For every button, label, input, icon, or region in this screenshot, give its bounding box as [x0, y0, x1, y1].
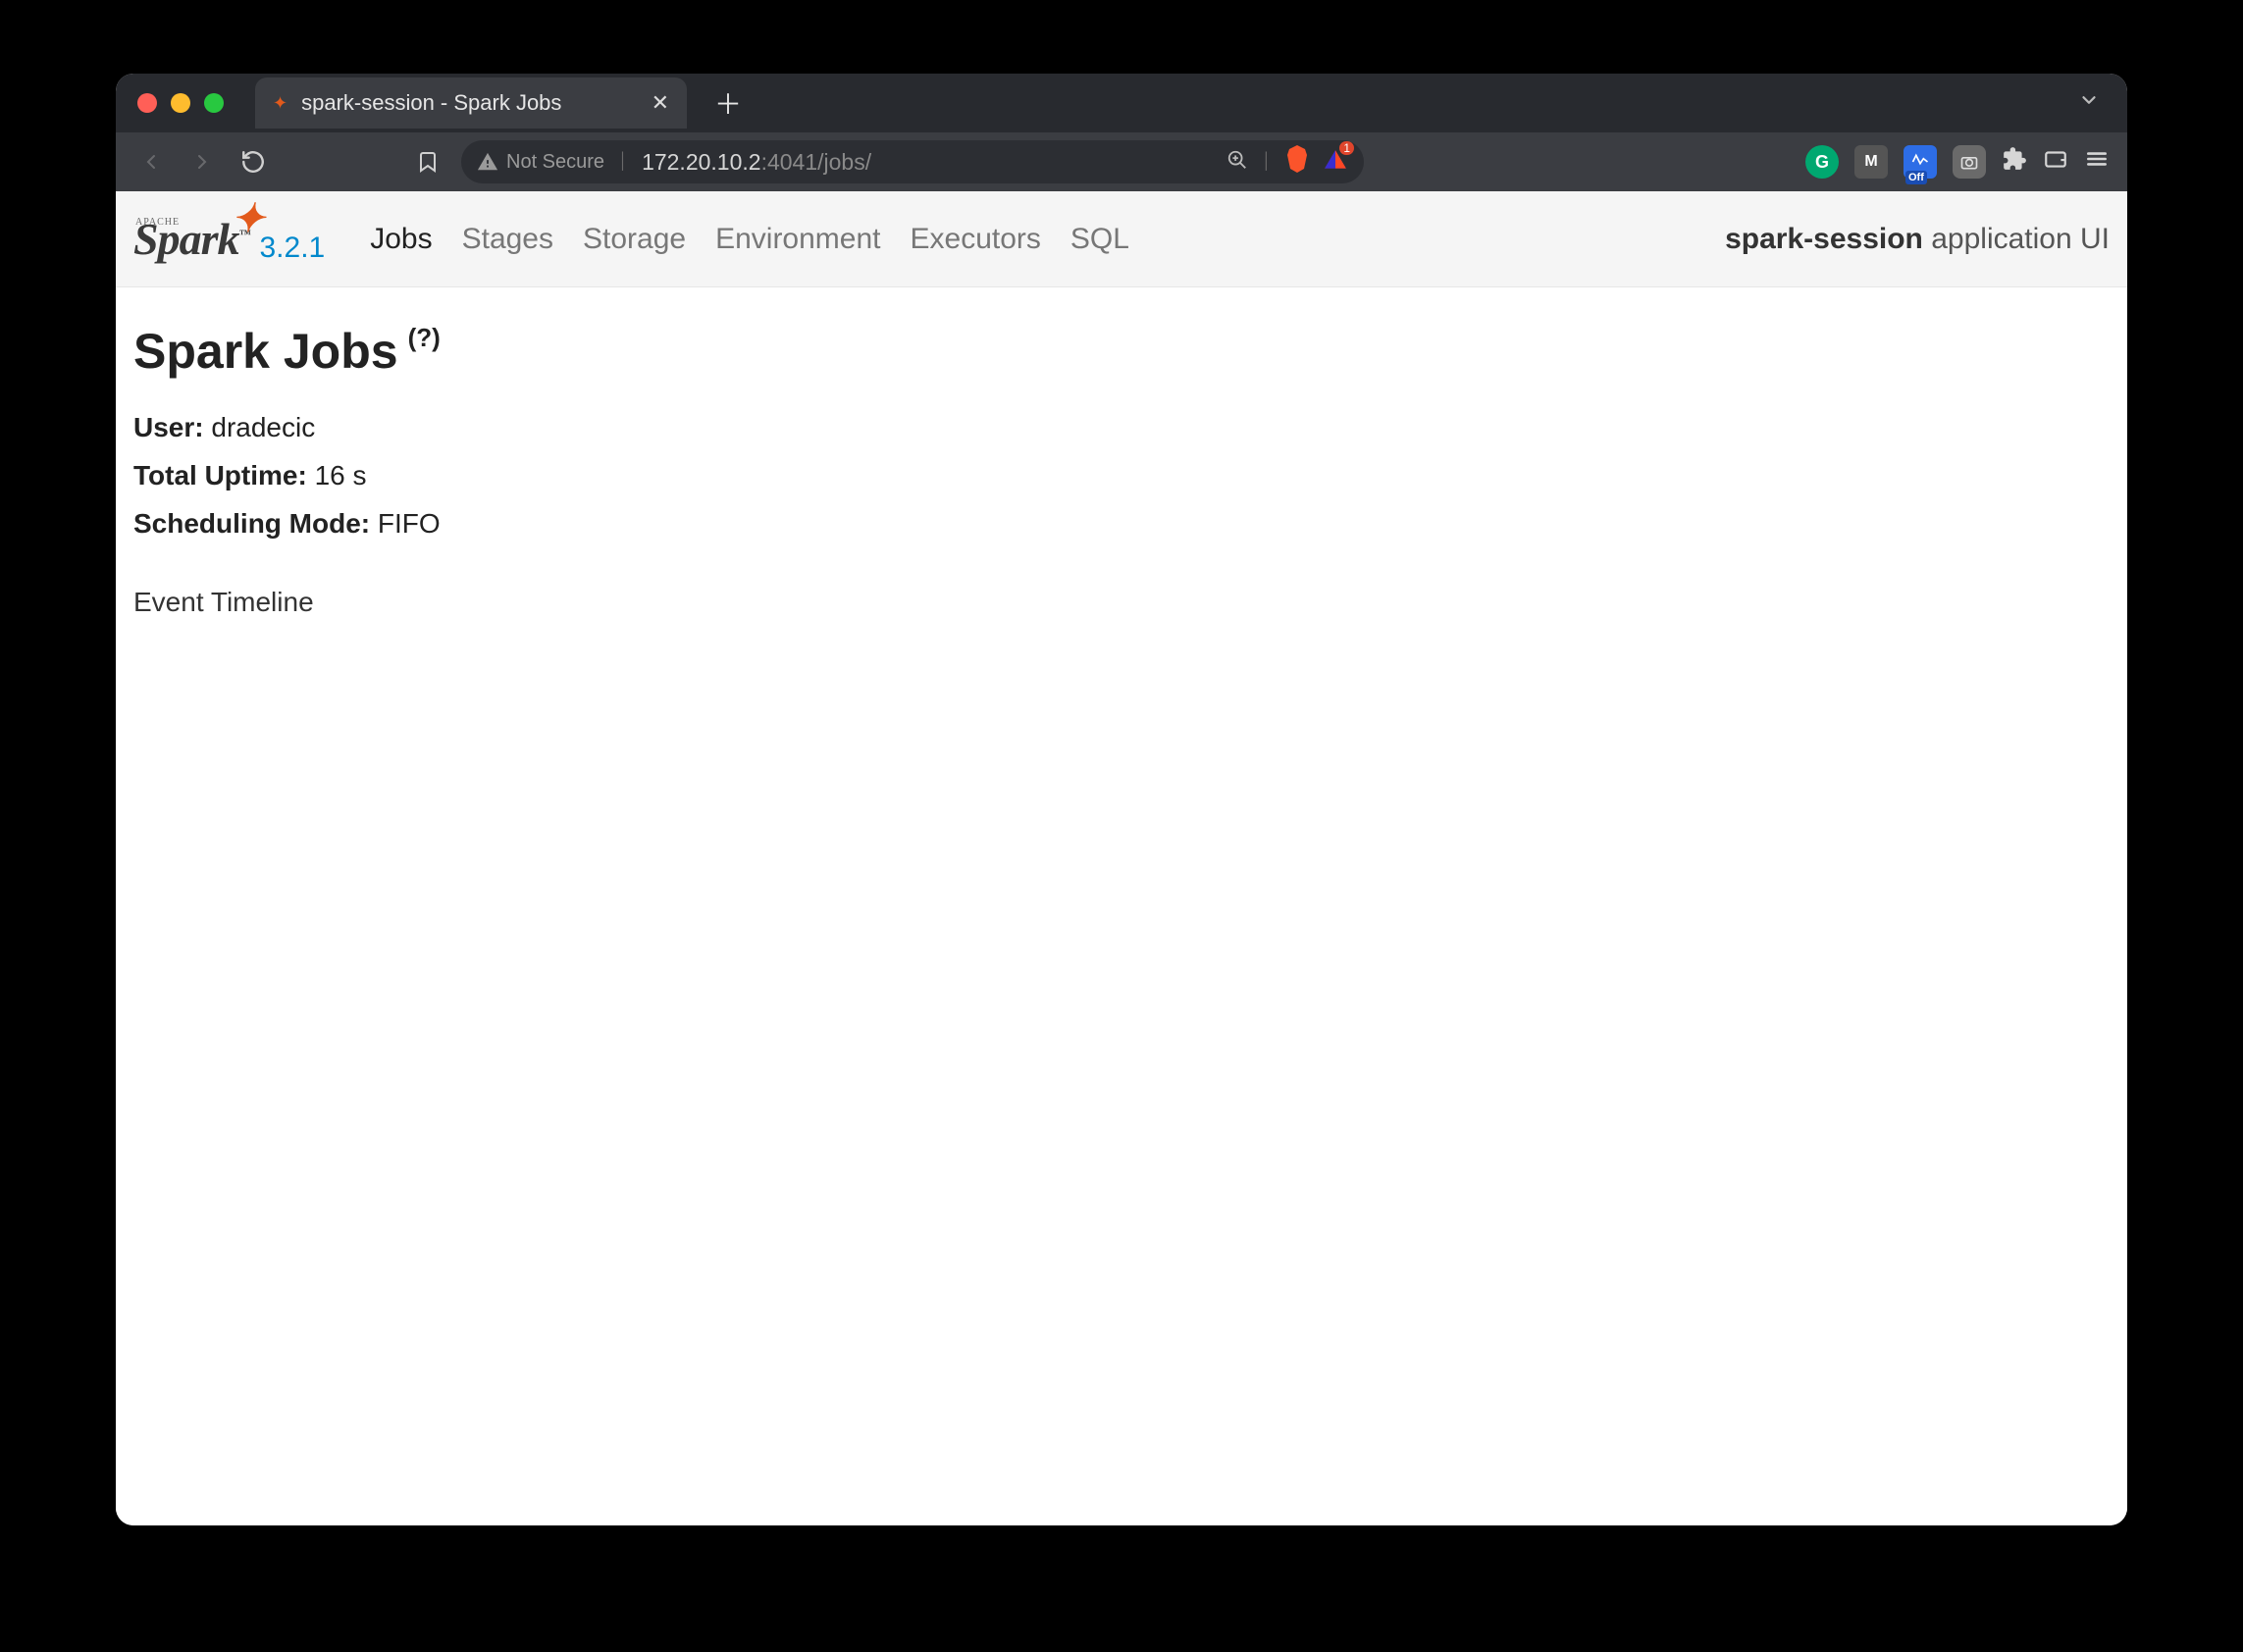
new-tab-button[interactable]: ＋ — [701, 83, 756, 123]
url-text: 172.20.10.2:4041/jobs/ — [642, 149, 871, 176]
addr-divider: │ — [618, 153, 628, 171]
browser-window: ✦ spark-session - Spark Jobs ✕ ＋ — [116, 74, 2127, 1525]
tab-strip: ✦ spark-session - Spark Jobs ✕ ＋ — [116, 74, 2127, 132]
reload-button[interactable] — [235, 144, 271, 180]
user-label: User: — [133, 412, 204, 442]
browser-chrome: ✦ spark-session - Spark Jobs ✕ ＋ — [116, 74, 2127, 191]
spark-star-icon: ✦ — [232, 195, 264, 241]
event-timeline-toggle[interactable]: Event Timeline — [133, 587, 2110, 618]
back-button[interactable] — [133, 144, 169, 180]
page-title-text: Spark Jobs — [133, 323, 398, 380]
spark-navbar: APACHE Spark™ ✦ 3.2.1 Jobs Stages Storag… — [116, 191, 2127, 287]
tab-title: spark-session - Spark Jobs — [301, 90, 561, 116]
not-secure-label: Not Secure — [506, 151, 604, 174]
forward-button[interactable] — [184, 144, 220, 180]
apache-label: APACHE — [135, 217, 180, 228]
summary-list: User: dradecic Total Uptime: 16 s Schedu… — [133, 403, 2110, 547]
browser-toolbar: Not Secure │ 172.20.10.2:4041/jobs/ │ 1 — [116, 132, 2127, 191]
summary-uptime: Total Uptime: 16 s — [133, 451, 2110, 499]
help-tooltip-icon[interactable]: (?) — [408, 323, 441, 353]
close-window-button[interactable] — [137, 93, 157, 113]
minimize-window-button[interactable] — [171, 93, 190, 113]
tab-overflow-button[interactable] — [2078, 89, 2108, 117]
browser-menu-button[interactable] — [2084, 146, 2110, 179]
uptime-label: Total Uptime: — [133, 460, 307, 490]
grammarly-extension-icon[interactable]: G — [1805, 145, 1839, 179]
camera-extension-icon[interactable] — [1953, 145, 1986, 179]
brave-rewards-icon[interactable]: 1 — [1323, 147, 1348, 178]
app-name: spark-session — [1725, 223, 1923, 255]
summary-scheduling: Scheduling Mode: FIFO — [133, 499, 2110, 547]
tab-environment[interactable]: Environment — [715, 223, 880, 256]
not-secure-indicator[interactable]: Not Secure — [477, 151, 604, 174]
app-suffix: application UI — [1923, 223, 2110, 255]
summary-user: User: dradecic — [133, 403, 2110, 451]
brave-shields-icon[interactable] — [1285, 145, 1309, 180]
uptime-value: 16 s — [315, 460, 367, 490]
tab-stages[interactable]: Stages — [462, 223, 553, 256]
extension-blue-icon[interactable]: Off — [1904, 145, 1937, 179]
tab-storage[interactable]: Storage — [583, 223, 686, 256]
bookmark-button[interactable] — [410, 144, 445, 180]
brave-rewards-badge: 1 — [1339, 141, 1354, 155]
browser-tab[interactable]: ✦ spark-session - Spark Jobs ✕ — [255, 77, 687, 129]
window-controls — [137, 93, 224, 113]
close-tab-button[interactable]: ✕ — [652, 90, 669, 116]
url-host: 172.20.10.2 — [642, 149, 761, 175]
spark-version: 3.2.1 — [259, 232, 325, 265]
address-bar[interactable]: Not Secure │ 172.20.10.2:4041/jobs/ │ 1 — [461, 140, 1364, 183]
maximize-window-button[interactable] — [204, 93, 224, 113]
extensions-button[interactable] — [2002, 146, 2027, 179]
spark-favicon-icon: ✦ — [273, 93, 287, 114]
nav-tabs: Jobs Stages Storage Environment Executor… — [370, 223, 1129, 256]
spark-logo[interactable]: APACHE Spark™ ✦ 3.2.1 — [133, 213, 325, 265]
tab-executors[interactable]: Executors — [911, 223, 1041, 256]
page-title: Spark Jobs (?) — [133, 323, 2110, 380]
sched-value: FIFO — [378, 508, 441, 539]
zoom-icon[interactable] — [1226, 149, 1248, 176]
tab-sql[interactable]: SQL — [1070, 223, 1129, 256]
toolbar-right: G M Off — [1805, 145, 2110, 179]
user-value: dradecic — [211, 412, 315, 442]
event-timeline-label: Event Timeline — [133, 587, 314, 617]
sched-label: Scheduling Mode: — [133, 508, 370, 539]
url-path: :4041/jobs/ — [761, 149, 872, 175]
extension-off-badge: Off — [1905, 171, 1927, 184]
gmail-extension-icon[interactable]: M — [1854, 145, 1888, 179]
application-title: spark-session application UI — [1725, 223, 2110, 256]
page-content: APACHE Spark™ ✦ 3.2.1 Jobs Stages Storag… — [116, 191, 2127, 1525]
wallet-button[interactable] — [2043, 146, 2068, 179]
main-content: Spark Jobs (?) User: dradecic Total Upti… — [116, 287, 2127, 653]
addr-divider-2: │ — [1262, 153, 1272, 171]
tab-jobs[interactable]: Jobs — [370, 223, 432, 256]
